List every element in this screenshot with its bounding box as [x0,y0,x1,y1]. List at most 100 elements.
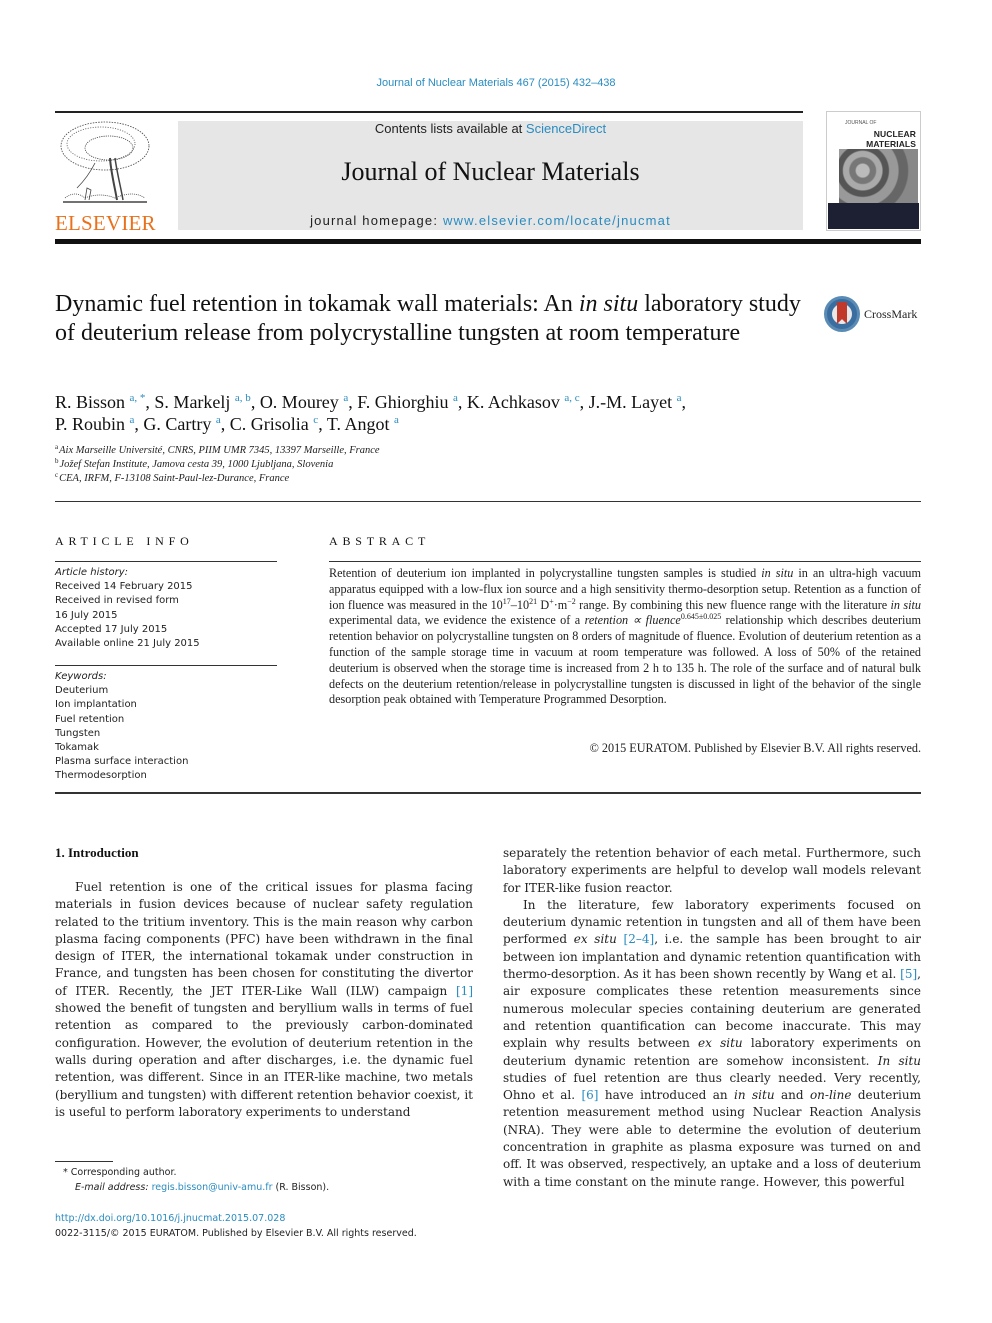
divider [55,665,277,666]
author-separator: , [579,392,589,412]
article-title: Dynamic fuel retention in tokamak wall m… [55,290,815,347]
cover-footer [828,203,919,229]
divider [329,561,921,562]
crossmark-label: CrossMark [864,307,918,321]
abstract-copyright: © 2015 EURATOM. Published by Elsevier B.… [589,741,921,755]
divider [55,561,277,562]
affiliation-text: Aix Marseille Université, CNRS, PIIM UMR… [59,445,380,456]
article-info-label: ARTICLE INFO [55,534,194,548]
journal-cover-thumbnail[interactable]: JOURNAL OF NUCLEAR MATERIALS [826,111,921,231]
keyword-item: Plasma surface interaction [55,756,189,768]
footnote-star: * Corresponding author. [63,1167,177,1178]
history-item: 16 July 2015 [55,609,118,621]
author-separator: , [348,392,358,412]
affiliation-key: b [55,457,59,465]
footnote-rule [55,1161,113,1162]
history-heading: Article history: [55,567,129,578]
abstract-label: ABSTRACT [329,534,431,548]
keyword-item: Tokamak [55,742,99,754]
header-top-rule [55,111,803,113]
author-name[interactable]: R. Bisson [55,392,125,412]
elsevier-logo[interactable]: ELSEVIER [55,118,156,236]
author-name[interactable]: S. Markelj [154,392,230,412]
author-name[interactable]: O. Mourey [260,392,339,412]
body-column-right: separately the retention behavior of eac… [503,845,921,1191]
contents-prefix: Contents lists available at [374,121,526,136]
doi-link[interactable]: http://dx.doi.org/10.1016/j.jnucmat.2015… [55,1213,285,1224]
history-item: Accepted 17 July 2015 [55,623,168,635]
keyword-item: Ion implantation [55,699,137,711]
history-item: Available online 21 July 2015 [55,638,200,650]
affiliation-text: Jožef Stefan Institute, Jamova cesta 39,… [59,459,334,470]
author-list: R. Bisson a, *, S. Markelj a, b, O. Mour… [55,391,815,435]
author-separator: , [220,414,230,434]
affiliation-marker[interactable]: a, b [235,392,251,404]
paragraph: separately the retention behavior of eac… [503,846,921,895]
keyword-item: Thermodesorption [55,770,147,782]
author-name[interactable]: J.-M. Layet [589,392,672,412]
reference-link[interactable]: [6] [581,1088,598,1102]
author-separator: , [457,392,467,412]
author-name[interactable]: P. Roubin [55,414,125,434]
affiliation-marker[interactable]: a, * [130,392,146,404]
affiliation-item: aAix Marseille Université, CNRS, PIIM UM… [55,444,815,458]
affiliation-item: bJožef Stefan Institute, Jamova cesta 39… [55,458,815,472]
abstract-text: Retention of deuterium ion implanted in … [329,566,922,707]
footnote-email: E-mail address: regis.bisson@univ-amu.fr… [75,1182,330,1193]
issn-line: 0022-3115/© 2015 EURATOM. Published by E… [55,1228,417,1239]
email-link[interactable]: regis.bisson@univ-amu.fr [152,1182,273,1193]
sciencedirect-link[interactable]: ScienceDirect [526,121,606,136]
affiliation-text: CEA, IRFM, F-13108 Saint-Paul-lez-Duranc… [59,473,290,484]
cover-title: NUCLEAR MATERIALS [866,129,916,149]
affiliation-marker[interactable]: a, c [564,392,579,404]
affiliations: aAix Marseille Université, CNRS, PIIM UM… [55,444,815,486]
author-name[interactable]: F. Ghiorghiu [357,392,448,412]
journal-banner: Contents lists available at ScienceDirec… [178,121,803,230]
body-column-left: Fuel retention is one of the critical is… [55,879,473,1121]
elsevier-tree-icon [60,121,150,203]
affiliation-marker[interactable]: a [394,414,399,426]
paragraph: Fuel retention is one of the critical is… [55,880,473,1119]
cover-title-small: JOURNAL OF [845,120,877,126]
homepage-line: journal homepage: www.elsevier.com/locat… [178,213,803,228]
author-separator: , [250,392,260,412]
reference-link[interactable]: [2–4] [624,932,655,946]
affiliation-key: c [55,471,59,479]
reference-link[interactable]: [5] [900,967,917,981]
keywords-heading: Keywords: [55,671,107,682]
divider [55,792,921,794]
author-name[interactable]: G. Cartry [143,414,211,434]
affiliation-key: a [55,443,59,451]
title-text-1: Dynamic fuel retention in tokamak wall m… [55,291,579,317]
cover-image [839,149,918,203]
elsevier-wordmark: ELSEVIER [55,211,156,235]
author-name[interactable]: C. Grisolia [230,414,309,434]
history-item: Received 14 February 2015 [55,581,193,593]
article-history: Article history: Received 14 February 20… [55,566,277,651]
doi-block: http://dx.doi.org/10.1016/j.jnucmat.2015… [55,1211,485,1241]
homepage-prefix: journal homepage: [310,213,443,228]
crossmark-icon [824,296,860,332]
keyword-item: Fuel retention [55,713,125,725]
divider [55,501,921,502]
reference-link[interactable]: [1] [456,984,473,998]
contents-line: Contents lists available at ScienceDirec… [178,121,803,136]
keywords: Keywords: Deuterium Ion implantation Fue… [55,670,277,784]
running-head-citation[interactable]: Journal of Nuclear Materials 467 (2015) … [0,77,992,89]
paragraph: In the literature, few laboratory experi… [503,897,921,1189]
corresponding-author-footnote: * Corresponding author. E-mail address: … [55,1165,485,1195]
affiliation-item: cCEA, IRFM, F-13108 Saint-Paul-lez-Duran… [55,472,815,486]
author-separator: , [318,414,327,434]
author-separator: , [681,392,686,412]
keyword-item: Tungsten [55,727,101,739]
title-italic: in situ [578,291,639,317]
author-name[interactable]: T. Angot [327,414,390,434]
keyword-item: Deuterium [55,685,109,697]
header-bottom-rule [55,239,921,244]
crossmark-badge[interactable]: CrossMark [824,296,924,336]
author-name[interactable]: K. Achkasov [467,392,560,412]
journal-homepage-link[interactable]: www.elsevier.com/locate/jnucmat [443,213,671,228]
journal-name: Journal of Nuclear Materials [341,157,640,186]
section-heading-introduction: 1. Introduction [55,845,139,860]
history-item: Received in revised form [55,595,179,607]
